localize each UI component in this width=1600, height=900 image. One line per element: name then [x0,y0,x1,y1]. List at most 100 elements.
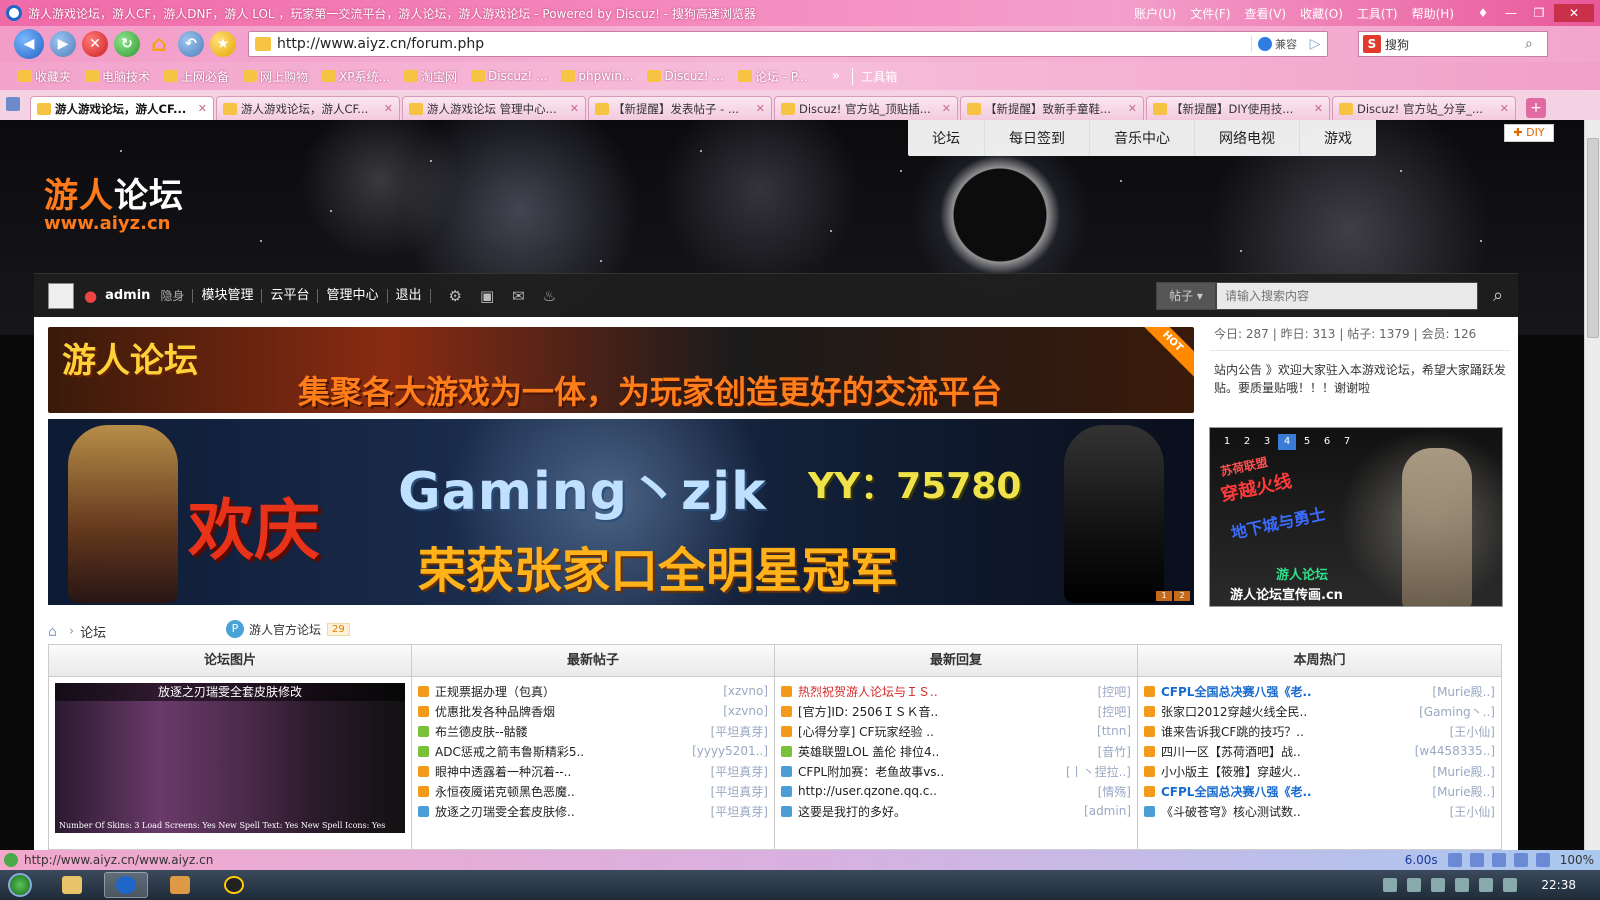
menu-file[interactable]: 文件(F) [1190,5,1230,22]
thread-author[interactable]: [xzvno] [723,684,768,698]
bulb-icon[interactable]: ♨ [543,287,556,305]
thread-title[interactable]: 《斗破苍穹》核心测试数.. [1161,803,1444,820]
forum-search-input[interactable] [1216,281,1478,310]
maximize-button[interactable]: ❐ [1526,4,1552,22]
thread-title[interactable]: 眼神中透露着一种沉着--.. [435,763,705,780]
list-item[interactable]: CFPL全国总决赛八强《老.. [Murie殿..] [1144,781,1495,801]
list-item[interactable]: 四川一区【苏荷酒吧】战.. [w4458335..] [1144,741,1495,761]
announcement[interactable]: 站内公告 》欢迎大家驻入本游戏论坛，希望大家踊跃发贴。要质量贴哦！！！谢谢啦 [1210,351,1510,407]
forward-icon[interactable]: ▶ [50,31,76,57]
thread-author[interactable]: [丨丶捏拉..] [1066,763,1131,780]
list-item[interactable]: 英雄联盟LOL 盖伦 排位4.. [音竹] [781,741,1131,761]
screenshot-icon[interactable] [1513,853,1528,867]
thread-title[interactable]: CFPL全国总决赛八强《老.. [1161,683,1426,700]
menu-view[interactable]: 查看(V) [1245,5,1287,22]
thread-title[interactable]: ADC惩戒之箭韦鲁斯精彩5.. [435,743,686,760]
search-field[interactable]: S 搜狗 ⌕ [1358,31,1548,57]
search-icon[interactable]: ⌕ [1525,36,1547,52]
thread-author[interactable]: [xzvno] [723,704,768,718]
refresh-icon[interactable]: ↻ [114,31,140,57]
stop-icon[interactable]: ✕ [82,31,108,57]
forum-name[interactable]: 游人官方论坛 [249,621,321,638]
plugin-icon[interactable] [1447,853,1462,867]
fav-item[interactable]: 网上购物 [243,68,308,85]
zoom-level[interactable]: 100% [1560,853,1594,867]
home-icon[interactable]: ⌂ [146,31,172,57]
list-item[interactable]: [官方]ID: 2506ＩＳＫ音.. [控吧] [781,701,1131,721]
menu-help[interactable]: 帮助(H) [1412,5,1454,22]
tab-7[interactable]: 【新提醒】DIY使用技... ✕ [1146,96,1330,120]
menu-tools[interactable]: 工具(T) [1357,5,1398,22]
list-item[interactable]: [心得分享] CF玩家经验 .. [ttnn] [781,721,1131,741]
avatar[interactable] [48,282,74,309]
list-item[interactable]: 正规票据办理（包真） [xzvno] [418,681,768,701]
thread-author[interactable]: [音竹] [1098,743,1131,760]
thread-title[interactable]: 热烈祝贺游人论坛与ＩＳ.. [798,683,1092,700]
taskbar-app[interactable] [158,872,202,898]
thread-title[interactable]: 谁来告诉我CF跳的技巧？.. [1161,723,1444,740]
url-field[interactable]: http://www.aiyz.cn/forum.php 兼容 ▷ [248,31,1328,57]
thread-title[interactable]: 小小版主【筱雅】穿越火.. [1161,763,1426,780]
fav-item[interactable]: 收藏夹 [18,68,71,85]
thread-title[interactable]: 放逐之刃瑞雯全套皮肤修.. [435,803,705,820]
slide-dot[interactable]: 7 [1338,434,1356,450]
nav-games[interactable]: 游戏 [1300,120,1376,156]
image-icon[interactable]: ▣ [480,287,494,305]
fav-item[interactable]: 电脑技术 [85,68,150,85]
back-icon[interactable]: ◀ [14,29,44,59]
thread-title[interactable]: 正规票据办理（包真） [435,683,717,700]
list-item[interactable]: http://user.qzone.qq.c.. [情殇] [781,781,1131,801]
close-button[interactable]: ✕ [1554,4,1594,22]
go-icon[interactable]: ▷ [1303,36,1327,52]
list-item[interactable]: 优惠批发各种品牌香烟 [xzvno] [418,701,768,721]
breadcrumb-current[interactable]: 论坛 [80,622,106,641]
tab-close-icon[interactable]: ✕ [1500,102,1509,115]
banner-page-1[interactable]: 1 [1156,591,1172,601]
tab-close-icon[interactable]: ✕ [198,102,207,115]
module-manage-link[interactable]: 模块管理 [193,288,263,303]
volume-icon[interactable] [1503,878,1518,892]
network-icon[interactable] [1431,878,1446,892]
thread-author[interactable]: [yyyy5201..] [692,744,768,758]
thread-title[interactable]: 英雄联盟LOL 盖伦 排位4.. [798,743,1092,760]
search-type-select[interactable]: 帖子 ▾ [1156,281,1216,310]
nav-tv[interactable]: 网络电视 [1195,120,1300,156]
tab-1[interactable]: 游人游戏论坛，游人CF... ✕ [30,96,214,120]
promo-slideshow[interactable]: 1 2 3 4 5 6 7 苏荷联盟 穿越火线 地下城与勇士 游人论坛 游人论坛… [1209,427,1503,607]
thread-title[interactable]: http://user.qzone.qq.c.. [798,784,1092,798]
taskbar-qq[interactable] [212,872,256,898]
vertical-scrollbar[interactable] [1584,120,1600,850]
champion-banner[interactable]: 欢庆 Gaming丶zjk YY：75780 荣获张家口全明星冠军 1 2 [48,419,1194,605]
list-item[interactable]: CFPL全国总决赛八强《老.. [Murie殿..] [1144,681,1495,701]
minimize-button[interactable]: — [1498,4,1524,22]
thread-author[interactable]: [ttnn] [1097,724,1131,738]
slide-dot[interactable]: 1 [1218,434,1236,450]
thread-title[interactable]: 布兰德皮肤--骷髅 [435,723,705,740]
mail-icon[interactable]: ✉ [512,287,525,305]
thread-author[interactable]: [控吧] [1098,683,1131,700]
top-banner[interactable]: 游人论坛 集聚各大游戏为一体，为玩家创造更好的交流平台 HOT [48,327,1194,413]
tab-close-icon[interactable]: ✕ [384,102,393,115]
volume-icon[interactable] [1491,853,1506,867]
slide-dot[interactable]: 6 [1318,434,1336,450]
undo-close-tab-icon[interactable]: ↶ [178,31,204,57]
thread-author[interactable]: [Murie殿..] [1432,783,1495,800]
thread-author[interactable]: [平坦真芽] [711,723,768,740]
nav-checkin[interactable]: 每日签到 [985,120,1090,156]
new-tab-button[interactable]: + [1526,98,1546,118]
tab-6[interactable]: 【新提醒】致新手童鞋... ✕ [960,96,1144,120]
cloud-platform-link[interactable]: 云平台 [262,288,319,303]
fav-item[interactable]: phpwin... [561,69,633,83]
favorites-more-button[interactable]: » [832,68,841,84]
thread-author[interactable]: [平坦真芽] [711,763,768,780]
tab-close-icon[interactable]: ✕ [1128,102,1137,115]
logout-link[interactable]: 退出 [388,288,431,303]
sidebar-toggle-icon[interactable] [6,97,20,111]
list-item[interactable]: 热烈祝贺游人论坛与ＩＳ.. [控吧] [781,681,1131,701]
username-link[interactable]: admin [97,288,152,303]
settings-gear-icon[interactable]: ⚙ [449,287,462,305]
skin-icon[interactable]: ♦ [1470,4,1496,22]
thread-title[interactable]: 张家口2012穿越火线全民.. [1161,703,1413,720]
thread-title[interactable]: 四川一区【苏荷酒吧】战.. [1161,743,1409,760]
list-item[interactable]: 这要是我打的多好。 [admin] [781,801,1131,821]
